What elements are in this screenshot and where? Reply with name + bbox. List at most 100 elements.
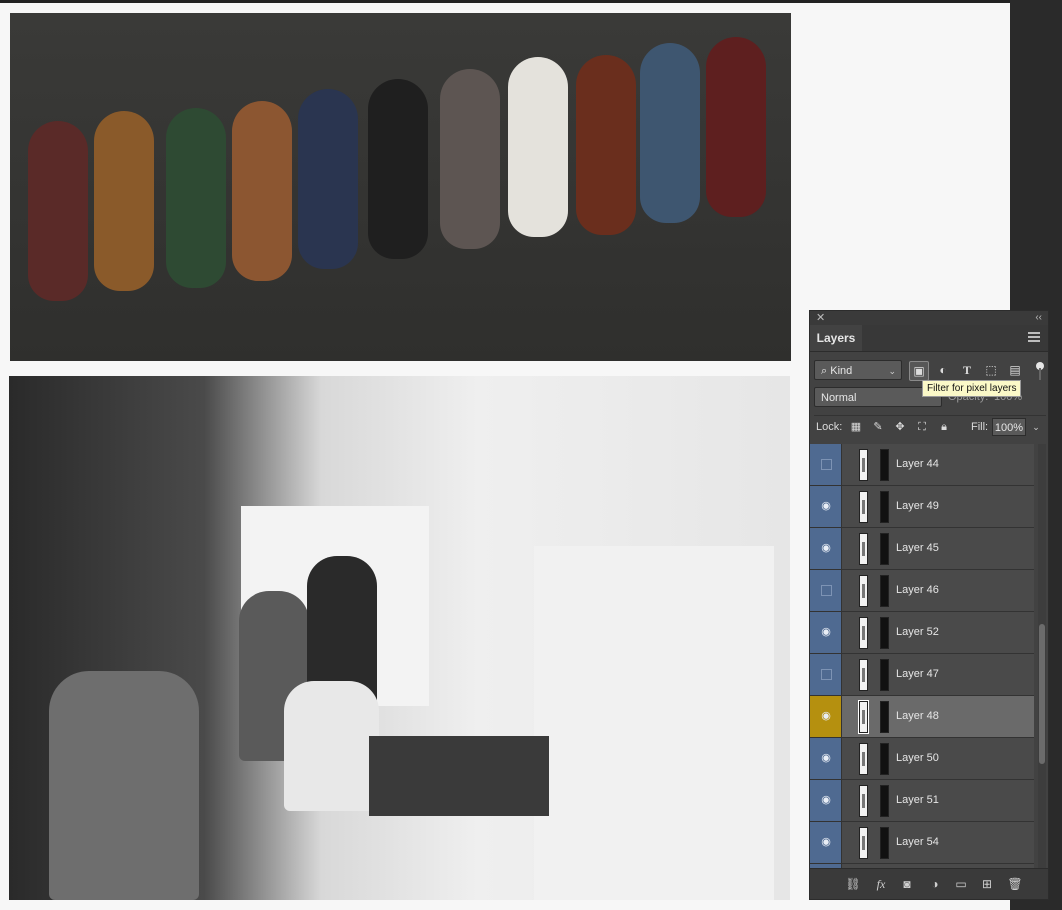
panel-menu-icon[interactable] — [1028, 332, 1040, 342]
layer-name[interactable]: Layer 46 — [896, 570, 939, 611]
fill-field[interactable]: 100% — [992, 418, 1026, 436]
eye-icon: ◉ — [821, 710, 831, 722]
pixel-filter-icon[interactable]: ▣ — [909, 361, 929, 381]
layer-mask-thumbnail[interactable] — [880, 827, 889, 859]
layer-mask-thumbnail[interactable] — [880, 491, 889, 523]
layer-row[interactable]: ◉ Layer 52 — [810, 612, 1034, 654]
layer-name[interactable]: Layer 50 — [896, 738, 939, 779]
chevron-down-icon[interactable]: ⌄ — [1028, 418, 1044, 436]
eye-icon: ◉ — [821, 752, 831, 764]
chevron-down-icon: ⌄ — [888, 366, 896, 376]
layer-thumbnail[interactable] — [859, 617, 868, 649]
link-layers-icon[interactable]: ⛓ — [844, 875, 862, 893]
lock-move-icon[interactable]: ✥ — [892, 418, 908, 436]
visibility-toggle[interactable]: ◉ — [810, 696, 842, 737]
collapse-icon[interactable]: ‹‹ — [1035, 311, 1042, 325]
trash-icon[interactable]: 🗑︎ — [1006, 875, 1024, 893]
shape-filter-icon[interactable]: ⬚ — [982, 361, 1000, 379]
visibility-toggle[interactable] — [810, 570, 842, 611]
layer-mask-thumbnail[interactable] — [880, 617, 889, 649]
close-icon[interactable]: ✕ — [816, 311, 825, 325]
layer-mask-thumbnail[interactable] — [880, 743, 889, 775]
layer-name[interactable]: Layer 52 — [896, 612, 939, 653]
layer-row[interactable]: Layer 44 — [810, 444, 1034, 486]
layer-mask-thumbnail[interactable] — [880, 533, 889, 565]
layer-thumbnail[interactable] — [859, 575, 868, 607]
shoe — [232, 101, 292, 281]
layer-mask-thumbnail[interactable] — [880, 785, 889, 817]
layer-name[interactable]: Layer 49 — [896, 486, 939, 527]
layer-thumbnail[interactable] — [859, 743, 868, 775]
shoe — [576, 55, 636, 235]
adjustment-layer-icon[interactable]: ◑ — [926, 875, 944, 893]
visibility-toggle[interactable]: ◉ — [810, 822, 842, 863]
layer-name[interactable]: Layer 47 — [896, 654, 939, 695]
layer-mask-thumbnail[interactable] — [880, 449, 889, 481]
layer-thumbnail[interactable] — [859, 785, 868, 817]
shoe — [706, 37, 766, 217]
visibility-toggle[interactable] — [810, 444, 842, 485]
layer-row[interactable]: ◉ Layer 48 — [810, 696, 1034, 738]
layer-row[interactable]: Layer 47 — [810, 654, 1034, 696]
layer-thumbnail[interactable] — [859, 533, 868, 565]
layer-name[interactable]: Layer 54 — [896, 822, 939, 863]
tooltip: Filter for pixel layers — [922, 380, 1022, 397]
add-mask-icon[interactable]: ◙ — [898, 875, 916, 893]
layer-row[interactable]: ◉ Layer 51 — [810, 780, 1034, 822]
panel-header: ✕ ‹‹ — [810, 311, 1048, 325]
filter-row: ⌕ Kind ⌄ ▣ ◐ T ⬚ ▤ — [814, 360, 1046, 382]
lock-brush-icon[interactable]: ✎ — [870, 418, 886, 436]
top-border — [0, 0, 1062, 3]
fill-label: Fill: — [971, 421, 989, 433]
table — [369, 736, 549, 816]
tab-layers[interactable]: Layers — [810, 325, 862, 351]
layer-mask-thumbnail[interactable] — [880, 659, 889, 691]
layer-row[interactable]: ◉ Layer 50 — [810, 738, 1034, 780]
layer-name[interactable]: Layer 45 — [896, 528, 939, 569]
type-filter-icon[interactable]: T — [958, 361, 976, 379]
shoe — [440, 69, 500, 249]
layer-row[interactable]: ◉ Layer 45 — [810, 528, 1034, 570]
visibility-toggle[interactable]: ◉ — [810, 528, 842, 569]
layer-name[interactable]: Layer 44 — [896, 444, 939, 485]
visibility-toggle[interactable]: ◉ — [810, 780, 842, 821]
layer-thumbnail[interactable] — [858, 700, 869, 734]
layer-thumbnail[interactable] — [859, 827, 868, 859]
layers-list: Layer 44 ◉ Layer 49 ◉ Layer 45 Layer 46 ◉ Layer… — [810, 444, 1034, 869]
lock-transparent-icon[interactable]: ▦ — [848, 418, 864, 436]
layer-thumbnail[interactable] — [859, 659, 868, 691]
new-group-icon[interactable]: ▭ — [952, 875, 970, 893]
layer-thumbnail[interactable] — [859, 449, 868, 481]
layer-row[interactable]: ◉ Layer 54 — [810, 822, 1034, 864]
search-icon: ⌕ — [821, 365, 828, 377]
shoe — [368, 79, 428, 259]
shoe — [166, 108, 226, 288]
layer-row[interactable]: Layer 46 — [810, 570, 1034, 612]
layer-mask-thumbnail[interactable] — [880, 701, 889, 733]
lock-row: Lock: ▦ ✎ ✥ ⛶ 🔒︎ Fill: 100% ⌄ — [814, 415, 1046, 438]
layer-name[interactable]: Layer 51 — [896, 780, 939, 821]
panel-footer: ⛓ fx ◙ ◑ ▭ ⊞ 🗑︎ — [810, 868, 1048, 899]
fx-icon[interactable]: fx — [872, 875, 890, 893]
diffusion-panel — [534, 546, 774, 900]
layer-name[interactable]: Layer 48 — [896, 696, 939, 737]
eye-icon: ◉ — [821, 626, 831, 638]
layer-mask-thumbnail[interactable] — [880, 575, 889, 607]
lock-all-icon[interactable]: 🔒︎ — [936, 418, 952, 436]
adjustment-filter-icon[interactable]: ◐ — [934, 361, 952, 379]
filter-kind-select[interactable]: ⌕ Kind ⌄ — [814, 360, 902, 380]
visibility-toggle[interactable]: ◉ — [810, 738, 842, 779]
shoe — [94, 111, 154, 291]
new-layer-icon[interactable]: ⊞ — [978, 875, 996, 893]
layers-scrollbar[interactable] — [1038, 444, 1046, 869]
lock-artboard-icon[interactable]: ⛶ — [914, 418, 930, 436]
visibility-toggle[interactable] — [810, 654, 842, 695]
visibility-toggle[interactable]: ◉ — [810, 612, 842, 653]
layer-thumbnail[interactable] — [859, 491, 868, 523]
shoes-photo — [10, 13, 791, 361]
layer-row[interactable]: ◉ Layer 49 — [810, 486, 1034, 528]
hidden-box-icon — [821, 669, 832, 680]
scroll-thumb[interactable] — [1039, 624, 1045, 764]
visibility-toggle[interactable]: ◉ — [810, 486, 842, 527]
smart-object-filter-icon[interactable]: ▤ — [1006, 361, 1024, 379]
